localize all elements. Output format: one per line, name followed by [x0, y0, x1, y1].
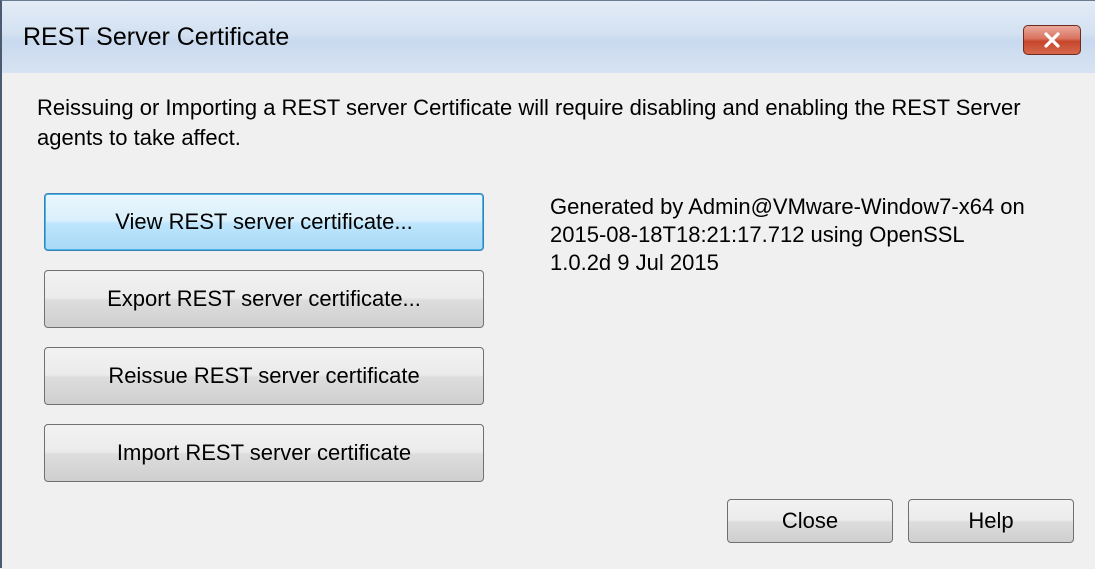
- title-bar[interactable]: REST Server Certificate: [2, 1, 1095, 73]
- reissue-certificate-button[interactable]: Reissue REST server certificate: [44, 347, 484, 405]
- dialog-window: REST Server Certificate Reissuing or Imp…: [0, 0, 1095, 569]
- generated-info-line2: 2015-08-18T18:21:17.712 using OpenSSL: [550, 222, 965, 247]
- import-certificate-button[interactable]: Import REST server certificate: [44, 424, 484, 482]
- window-title: REST Server Certificate: [23, 23, 290, 51]
- help-button[interactable]: Help: [908, 499, 1074, 543]
- generated-info-line3: 1.0.2d 9 Jul 2015: [550, 250, 719, 275]
- generated-info-line1: Generated by Admin@VMware-Window7-x64 on: [550, 194, 1025, 219]
- dialog-content: Reissuing or Importing a REST server Cer…: [2, 73, 1095, 569]
- close-icon: [1044, 32, 1060, 48]
- window-close-button[interactable]: [1023, 25, 1081, 55]
- close-button[interactable]: Close: [727, 499, 893, 543]
- intro-text: Reissuing or Importing a REST server Cer…: [37, 95, 1021, 150]
- generated-info: Generated by Admin@VMware-Window7-x64 on…: [550, 193, 1090, 277]
- view-certificate-button[interactable]: View REST server certificate...: [44, 193, 484, 251]
- export-certificate-button[interactable]: Export REST server certificate...: [44, 270, 484, 328]
